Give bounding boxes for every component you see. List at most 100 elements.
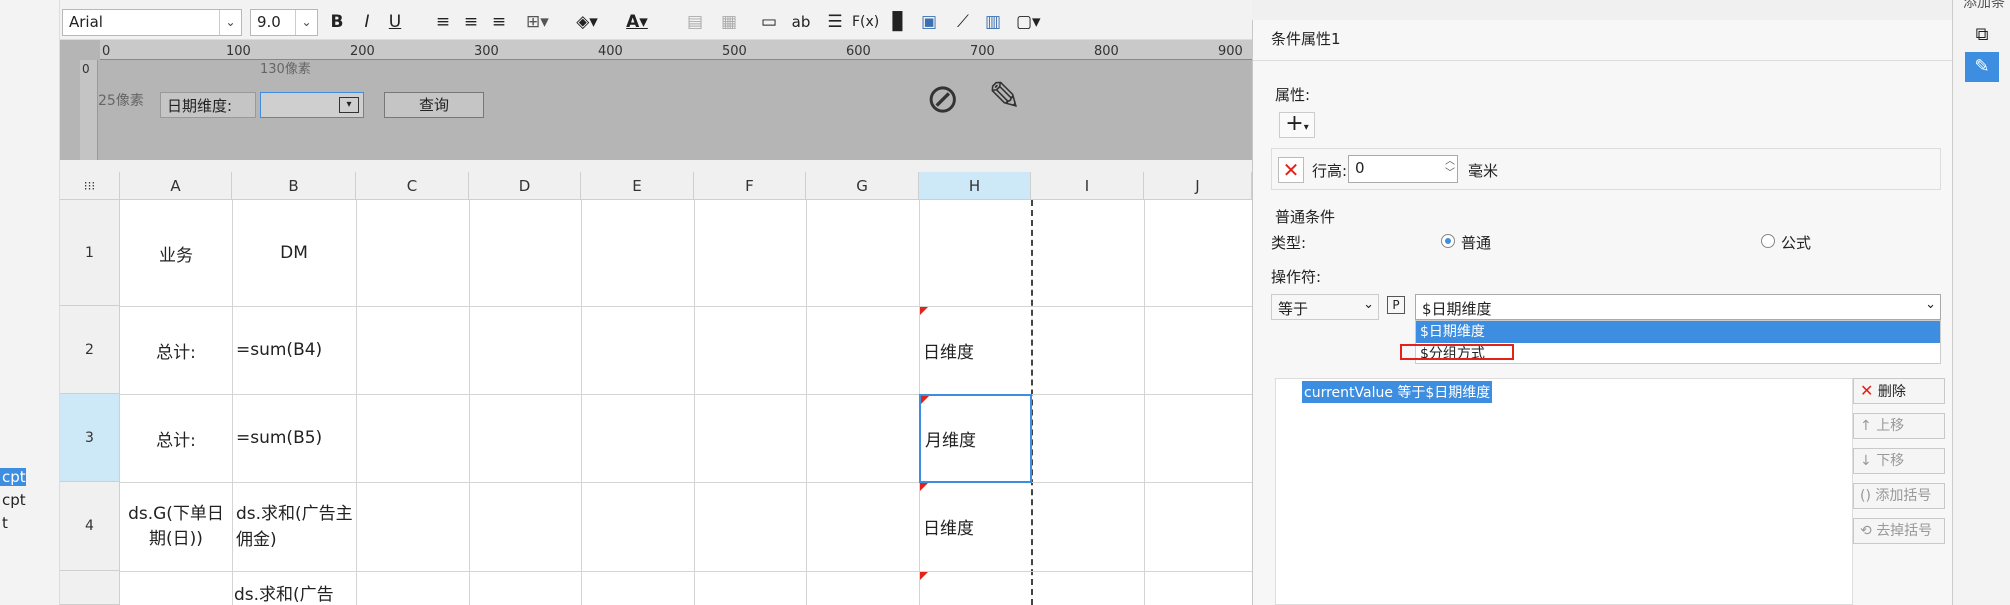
- right-tool-strip: 添加条 ⧉ ✎: [1952, 0, 2010, 605]
- row-header[interactable]: [60, 571, 120, 605]
- cell-b1[interactable]: DM: [232, 200, 356, 306]
- sub-report-icon[interactable]: ▥: [982, 10, 1004, 34]
- grid-line: [120, 482, 1252, 483]
- text-button[interactable]: ab: [790, 10, 812, 34]
- formula-button[interactable]: F(x): [852, 10, 879, 34]
- cell-b5[interactable]: ds.求和(广告: [234, 580, 354, 605]
- row-header-selected[interactable]: 3: [60, 394, 120, 482]
- ruler-tick: 900: [1218, 44, 1243, 59]
- column-header[interactable]: B: [232, 172, 356, 200]
- ruler-tick: 600: [846, 44, 871, 59]
- edit-icon[interactable]: ✎: [1965, 52, 1999, 82]
- row-header[interactable]: 2: [60, 306, 120, 394]
- slash-line-icon[interactable]: ⟋: [952, 10, 974, 34]
- panel-title: 条件属性1: [1271, 30, 1341, 48]
- cell-a3[interactable]: 总计:: [120, 394, 232, 482]
- bold-button[interactable]: B: [326, 10, 348, 34]
- fill-color-icon[interactable]: ◈▾: [576, 10, 598, 34]
- border-style-icon[interactable]: ▢▾: [1016, 10, 1041, 34]
- stepper-icon[interactable]: ︿ ﹀: [1445, 156, 1455, 180]
- move-up-button[interactable]: ↑ 上移: [1853, 413, 1945, 439]
- operator-select[interactable]: 等于 ⌄: [1271, 294, 1379, 320]
- cell-b4[interactable]: ds.求和(广告主佣金): [234, 484, 354, 570]
- column-header[interactable]: D: [469, 172, 581, 200]
- ruler-tick: 0: [102, 44, 111, 59]
- select-all-icon[interactable]: ⁝⁝⁝: [60, 172, 120, 200]
- date-dimension-combo[interactable]: ▾: [260, 92, 364, 118]
- split-cells-icon[interactable]: ▦: [718, 10, 740, 34]
- move-down-button[interactable]: ↓ 下移: [1853, 448, 1945, 474]
- cell-a1[interactable]: 业务: [120, 200, 232, 306]
- column-header[interactable]: E: [581, 172, 694, 200]
- chevron-down-icon[interactable]: ▾: [339, 97, 359, 113]
- grid-line: [1144, 200, 1145, 605]
- delete-button[interactable]: ✕ 删除: [1853, 378, 1945, 404]
- cell-h2[interactable]: 日维度: [919, 306, 1031, 394]
- align-left-icon[interactable]: ≡: [432, 10, 454, 34]
- column-header[interactable]: J: [1144, 172, 1252, 200]
- remove-parenthesis-button[interactable]: ⟲ 去掉括号: [1853, 518, 1945, 544]
- close-icon[interactable]: ✕: [1278, 157, 1304, 183]
- chevron-down-icon[interactable]: ⌄: [295, 10, 317, 35]
- type-normal-label: 普通: [1461, 234, 1492, 252]
- grid-line: [356, 200, 357, 605]
- cell-a2[interactable]: 总计:: [120, 306, 232, 394]
- text-field-icon[interactable]: ▭: [758, 10, 780, 34]
- cell-h3-selected[interactable]: 月维度: [919, 394, 1032, 483]
- radio-formula[interactable]: [1761, 234, 1775, 248]
- chart-icon[interactable]: ▊: [888, 10, 910, 34]
- align-right-icon[interactable]: ≡: [488, 10, 510, 34]
- dropdown-option-selected[interactable]: $日期维度: [1416, 321, 1940, 343]
- row-header[interactable]: 1: [60, 200, 120, 306]
- column-header[interactable]: G: [806, 172, 919, 200]
- cell-b3[interactable]: =sum(B5): [232, 394, 356, 482]
- cell-a4[interactable]: ds.G(下单日期(日)): [122, 484, 230, 570]
- radio-normal-checked[interactable]: [1441, 234, 1455, 248]
- chevron-down-icon[interactable]: ⌄: [1363, 297, 1374, 312]
- grid-line: [806, 200, 807, 605]
- row-height-label: 行高:: [1312, 162, 1348, 180]
- file-item[interactable]: t: [0, 514, 8, 532]
- value-dropdown[interactable]: $日期维度 $分组方式: [1400, 320, 1941, 364]
- row-header[interactable]: 4: [60, 482, 120, 571]
- add-attribute-button[interactable]: +▾: [1279, 112, 1315, 138]
- italic-button[interactable]: I: [356, 10, 378, 34]
- file-item[interactable]: cpt: [0, 491, 26, 509]
- parameter-button[interactable]: P: [1387, 296, 1405, 314]
- border-grid-icon[interactable]: ⊞▾: [526, 10, 549, 34]
- merge-cells-icon[interactable]: ▤: [684, 10, 706, 34]
- file-item-selected[interactable]: cpt: [0, 468, 26, 486]
- font-family-value: Arial: [69, 13, 103, 31]
- eye-hidden-icon[interactable]: ⊘: [926, 76, 960, 122]
- condition-item-selected[interactable]: currentValue 等于$日期维度: [1302, 381, 1493, 403]
- ruler-tick: 200: [350, 44, 375, 59]
- cell-b2[interactable]: =sum(B4): [232, 306, 356, 394]
- grid-line: [120, 571, 1252, 572]
- pencil-icon[interactable]: ✎: [988, 74, 1022, 120]
- arrow-down-icon: ↓: [1860, 453, 1872, 469]
- chevron-down-icon[interactable]: ⌄: [1925, 297, 1936, 312]
- column-header[interactable]: I: [1031, 172, 1144, 200]
- font-color-icon[interactable]: A▾: [626, 10, 648, 34]
- font-size-value: 9.0: [257, 13, 281, 31]
- column-header[interactable]: C: [356, 172, 469, 200]
- image-icon[interactable]: ▣: [918, 10, 940, 34]
- operator-label: 操作符:: [1271, 268, 1322, 286]
- align-center-icon[interactable]: ≡: [460, 10, 482, 34]
- chevron-down-icon[interactable]: ⌄: [219, 10, 241, 35]
- font-size-select[interactable]: 9.0 ⌄: [250, 9, 318, 36]
- condition-list[interactable]: currentValue 等于$日期维度: [1275, 378, 1853, 605]
- column-header[interactable]: F: [694, 172, 806, 200]
- add-parenthesis-button[interactable]: () 添加括号: [1853, 483, 1945, 509]
- type-label: 类型:: [1271, 234, 1307, 252]
- cell-h4[interactable]: 日维度: [919, 482, 1031, 571]
- font-family-select[interactable]: Arial ⌄: [62, 9, 242, 36]
- column-header[interactable]: A: [120, 172, 232, 200]
- column-header-selected[interactable]: H: [919, 172, 1031, 200]
- value-input[interactable]: $日期维度 ⌄: [1415, 294, 1941, 320]
- paragraph-icon[interactable]: ☰: [824, 10, 846, 34]
- copy-icon[interactable]: ⧉: [1969, 24, 1995, 50]
- underline-button[interactable]: U: [384, 10, 406, 34]
- row-height-input[interactable]: 0 ︿ ﹀: [1348, 155, 1458, 183]
- query-button[interactable]: 查询: [384, 92, 484, 118]
